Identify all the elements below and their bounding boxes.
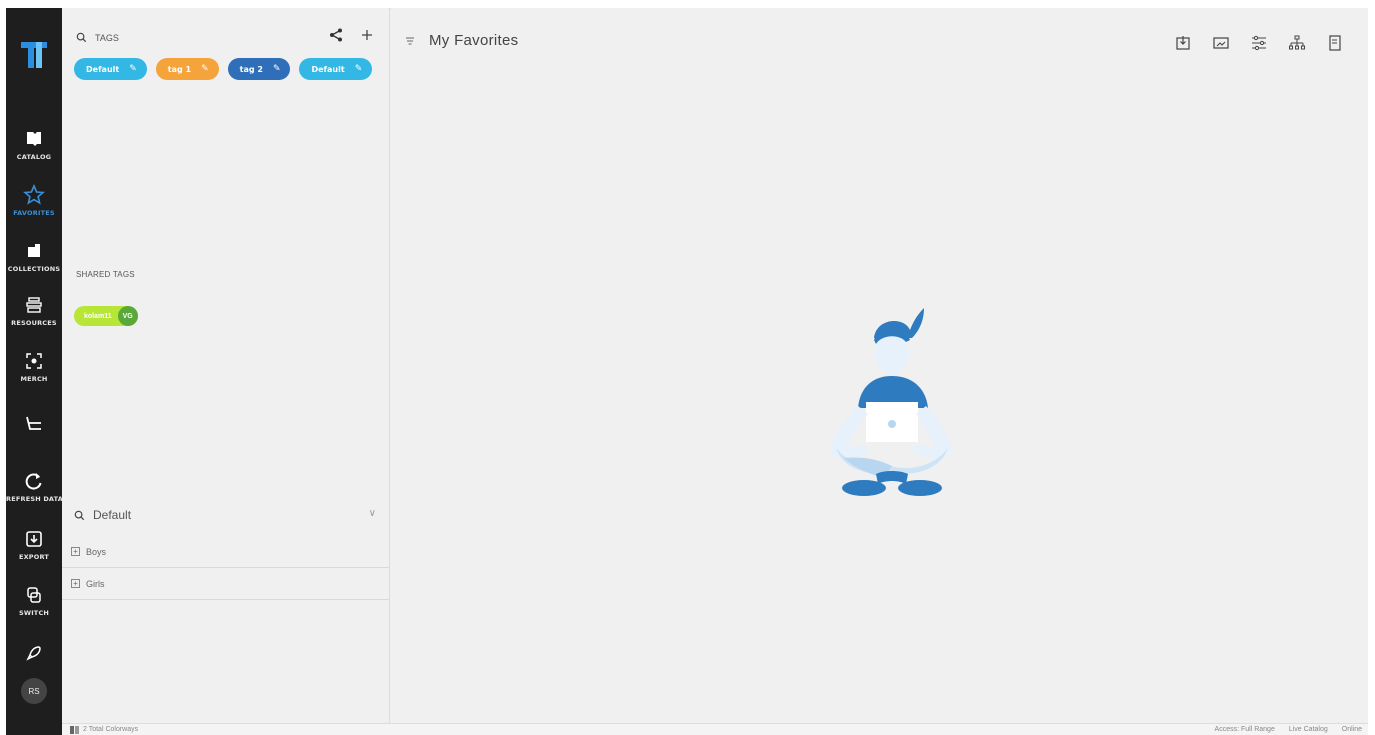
search-icon	[74, 510, 85, 520]
nav-favorites-label: FAVORITES	[13, 209, 55, 217]
nav-resources-label: RESOURCES	[11, 319, 57, 327]
tag-label: Default	[311, 64, 345, 74]
expand-icon[interactable]: +	[71, 579, 80, 588]
filter-value: Default	[93, 508, 132, 522]
shared-tags-title: SHARED TAGS	[76, 270, 135, 279]
tree-item-girls[interactable]: + Girls	[62, 568, 389, 600]
nav-switch-label: SWITCH	[18, 609, 50, 617]
add-tag-icon[interactable]	[361, 29, 373, 41]
page-header: My Favorites	[405, 32, 518, 49]
merch-icon	[26, 353, 42, 369]
status-left: 2 Total Colorways	[70, 725, 139, 734]
colorways-icon	[70, 725, 79, 734]
tag-label: Default	[86, 64, 120, 74]
export-icon	[26, 531, 42, 547]
book-icon	[27, 132, 41, 146]
switch-icon	[27, 587, 41, 603]
nav-switch[interactable]: SWITCH	[6, 584, 62, 617]
avatar[interactable]: RS	[21, 678, 47, 704]
nav-resources[interactable]: RESOURCES	[6, 294, 62, 327]
tags-tools	[329, 28, 373, 42]
edit-pencil-icon[interactable]: ✎	[273, 64, 281, 74]
nav-refresh-data[interactable]: REFRESH DATA	[6, 470, 63, 503]
folder-icon	[28, 244, 40, 257]
page-title: My Favorites	[429, 32, 519, 49]
tree-item-boys[interactable]: + Boys	[62, 536, 389, 568]
access-status: Access: Full Range	[1214, 726, 1275, 733]
nav-export-label: EXPORT	[18, 553, 50, 561]
shared-tag-chip[interactable]: kolam11 VG	[74, 306, 138, 326]
document-icon[interactable]	[1326, 34, 1344, 52]
tag-chip[interactable]: tag 2 ✎	[227, 58, 291, 80]
nav-favorites[interactable]: FAVORITES	[6, 184, 62, 217]
edit-pencil-icon[interactable]: ✎	[355, 64, 363, 74]
tree-item-label: Girls	[86, 578, 105, 589]
tag-chip[interactable]: tag 1 ✎	[155, 58, 219, 80]
share-icon[interactable]	[329, 28, 343, 42]
nav-collections-label: COLLECTIONS	[7, 265, 61, 273]
nav-refresh-label: REFRESH DATA	[6, 495, 63, 503]
search-icon[interactable]	[76, 32, 87, 43]
tag-chip[interactable]: Default ✎	[74, 58, 147, 80]
hierarchy-icon[interactable]	[1288, 34, 1306, 52]
nav-merch-label: MERCH	[20, 375, 48, 383]
rocket-icon	[26, 646, 41, 661]
left-nav: CATALOG FAVORITES COLLECTIONS RESOURCES …	[6, 8, 63, 735]
catalog-filter-select[interactable]: Default ∨	[74, 504, 382, 526]
nav-collections[interactable]: COLLECTIONS	[6, 240, 62, 273]
shared-tag-badge: VG	[117, 306, 138, 326]
nav-launch[interactable]	[6, 642, 62, 664]
tree-item-label: Boys	[86, 546, 107, 557]
nav-export[interactable]: EXPORT	[6, 528, 62, 561]
tag-chip[interactable]: Default ✎	[299, 58, 373, 80]
basket-icon	[26, 416, 41, 430]
status-bar: 2 Total Colorways Access: Full Range Liv…	[62, 723, 1368, 735]
logo-icon	[21, 42, 47, 68]
nav-basket[interactable]	[6, 412, 62, 434]
expand-icon[interactable]: +	[71, 547, 80, 556]
tags-row: Default ✎ tag 1 ✎ tag 2 ✎ Default ✎	[74, 58, 373, 80]
catalog-status: Live Catalog	[1288, 726, 1328, 733]
total-colorways: 2 Total Colorways	[83, 726, 139, 733]
resources-icon	[26, 297, 42, 313]
tags-header: TAGS	[76, 32, 119, 43]
refresh-icon	[25, 473, 42, 490]
tags-panel: TAGS Default ✎ tag 1 ✎ tag 2 ✎ Default ✎ SHA…	[62, 8, 390, 723]
empty-state-illustration	[829, 308, 953, 496]
status-right: Access: Full Range Live Catalog Online	[1215, 726, 1362, 733]
image-view-icon[interactable]	[1212, 34, 1230, 52]
sort-icon[interactable]	[405, 36, 415, 46]
edit-pencil-icon[interactable]: ✎	[129, 64, 137, 74]
main-toolbar	[1174, 34, 1344, 52]
star-icon	[23, 184, 45, 205]
download-icon[interactable]	[1174, 34, 1192, 52]
tag-label: tag 1	[167, 64, 192, 74]
tags-title: TAGS	[95, 32, 119, 43]
online-status: Online	[1341, 726, 1362, 733]
chevron-down-icon: ∨	[368, 508, 376, 519]
nav-merch[interactable]: MERCH	[6, 350, 62, 383]
nav-catalog[interactable]: CATALOG	[6, 128, 62, 161]
edit-pencil-icon[interactable]: ✎	[201, 64, 209, 74]
main-area: My Favorites	[391, 8, 1368, 723]
tag-label: tag 2	[239, 64, 263, 74]
filter-sliders-icon[interactable]	[1250, 34, 1268, 52]
shared-tag-label: kolam11	[84, 312, 112, 320]
nav-catalog-label: CATALOG	[16, 153, 52, 161]
